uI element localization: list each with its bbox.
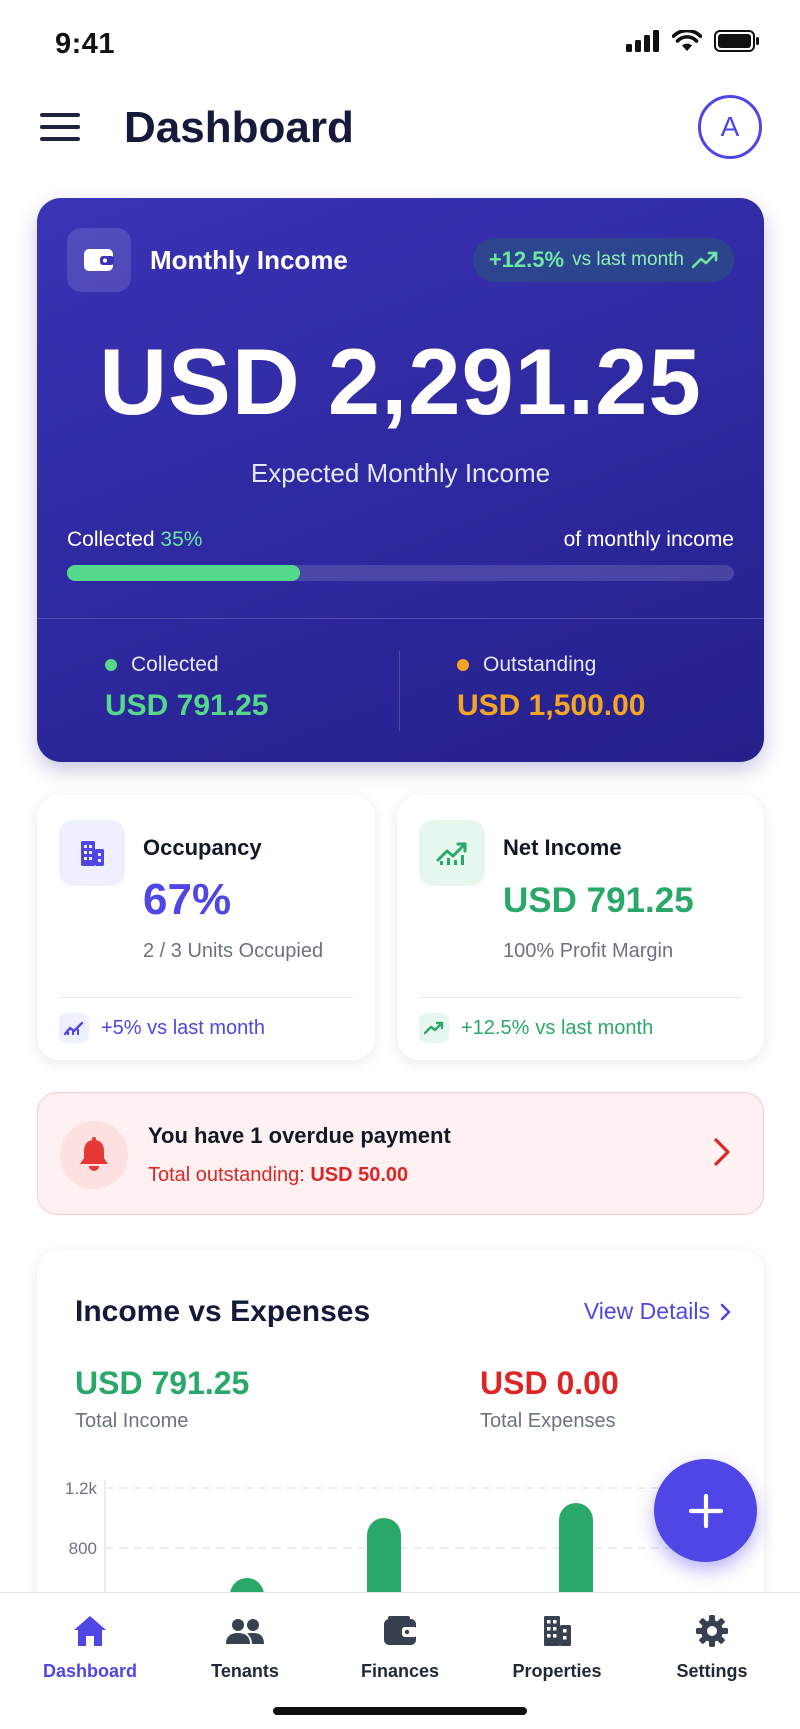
nav-item-settings[interactable]: Settings <box>637 1611 787 1682</box>
bell-icon <box>60 1121 128 1189</box>
net-income-footer-text: vs last month <box>535 1016 654 1039</box>
divider <box>399 651 400 731</box>
income-subtitle: Expected Monthly Income <box>250 458 551 488</box>
nav-item-properties[interactable]: Properties <box>482 1611 632 1682</box>
chevron-right-icon <box>720 1303 731 1320</box>
collected-percent: 35% <box>160 528 203 551</box>
net-income-card[interactable]: Net Income USD 791.25 100% Profit Margin… <box>397 795 764 1060</box>
progress-right-label: of monthly income <box>563 528 734 551</box>
nav-label: Finances <box>360 1661 440 1681</box>
avatar[interactable]: A <box>698 95 762 159</box>
trend-badge: +12.5% vs last month <box>472 238 734 282</box>
view-details-label: View Details <box>583 1298 710 1324</box>
wallet-icon <box>384 1616 417 1645</box>
view-details-link[interactable]: View Details <box>584 1298 732 1325</box>
outstanding-stat-label: Outstanding <box>483 653 597 676</box>
occupancy-footer: +5% vs last month <box>59 1013 265 1043</box>
alert-amount: USD 50.00 <box>310 1164 409 1186</box>
collected-stat: Collected USD 791.25 <box>105 653 268 723</box>
total-expenses-value: USD 0.00 <box>480 1365 619 1401</box>
collected-stat-value: USD 791.25 <box>105 689 269 722</box>
divider <box>37 618 764 619</box>
occupancy-desc: 2 / 3 Units Occupied <box>143 940 324 962</box>
app-header: Dashboard A <box>0 95 800 165</box>
home-indicator <box>273 1707 527 1715</box>
total-income: USD 791.25 Total Income <box>75 1365 249 1433</box>
collection-progress-fill <box>67 565 301 581</box>
overdue-payment-alert[interactable]: You have 1 overdue payment Total outstan… <box>37 1092 764 1215</box>
battery-icon <box>714 30 759 52</box>
gear-icon <box>696 1615 728 1647</box>
occupancy-value: 67% <box>143 875 232 924</box>
net-income-footer: +12.5% vs last month <box>419 1013 653 1043</box>
income-amount: USD 2,291.25 <box>99 329 702 434</box>
nav-item-finances[interactable]: Finances <box>325 1611 475 1682</box>
orange-dot <box>457 659 469 671</box>
menu-icon[interactable] <box>40 113 80 145</box>
trend-text: vs last month <box>572 249 684 270</box>
collected-label: Collected 35% <box>67 528 203 551</box>
status-bar: 9:41 <box>0 0 800 90</box>
nav-item-dashboard[interactable]: Dashboard <box>15 1611 165 1682</box>
home-icon <box>74 1616 106 1646</box>
net-income-value: USD 791.25 <box>503 881 694 920</box>
collected-stat-label: Collected <box>131 653 219 676</box>
status-icons <box>626 30 760 52</box>
app-screen: 9:41 Dashboard A Monthly Income +12.5% v… <box>0 0 800 1729</box>
monthly-income-card[interactable]: Monthly Income +12.5% vs last month USD … <box>37 198 764 762</box>
collection-progress-bar <box>67 565 734 581</box>
divider <box>59 997 353 998</box>
wifi-icon <box>672 30 702 51</box>
occupancy-card[interactable]: Occupancy 67% 2 / 3 Units Occupied +5% v… <box>37 795 375 1060</box>
signal-icon <box>626 30 659 52</box>
alert-sub-prefix: Total outstanding: <box>148 1164 305 1186</box>
y-tick-label: 800 <box>69 1539 97 1558</box>
nav-label: Properties <box>512 1661 602 1681</box>
outstanding-stat: Outstanding USD 1,500.00 <box>457 653 645 723</box>
status-time: 9:41 <box>55 28 116 60</box>
occupancy-footer-text: +5% vs last month <box>101 1016 265 1039</box>
page-title: Dashboard <box>124 103 354 152</box>
trending-up-icon <box>692 251 718 269</box>
nav-label: Settings <box>676 1661 748 1681</box>
y-tick-label: 1.2k <box>65 1479 98 1498</box>
alert-title: You have 1 overdue payment <box>148 1123 451 1148</box>
green-dot <box>105 659 117 671</box>
add-fab-button[interactable] <box>654 1459 757 1562</box>
nav-label: Tenants <box>211 1661 279 1681</box>
net-income-title: Net Income <box>503 835 622 860</box>
net-income-footer-value: +12.5% <box>461 1016 530 1039</box>
building-icon <box>544 1616 571 1646</box>
chevron-right-icon <box>714 1138 730 1166</box>
nav-label: Dashboard <box>42 1661 138 1681</box>
nav-item-tenants[interactable]: Tenants <box>170 1611 320 1682</box>
users-icon <box>226 1619 264 1644</box>
total-income-label: Total Income <box>75 1410 189 1432</box>
plus-icon <box>688 1493 723 1528</box>
divider <box>419 997 742 998</box>
total-expenses: USD 0.00 Total Expenses <box>480 1365 619 1433</box>
chart-up-icon <box>419 820 485 886</box>
outstanding-stat-value: USD 1,500.00 <box>457 689 646 722</box>
monthly-income-label: Monthly Income <box>150 245 348 275</box>
trending-up-icon <box>419 1013 449 1043</box>
total-income-value: USD 791.25 <box>75 1365 250 1401</box>
trend-chart-icon <box>59 1013 89 1043</box>
net-income-desc: 100% Profit Margin <box>503 940 674 962</box>
total-expenses-label: Total Expenses <box>480 1410 616 1432</box>
section-title: Income vs Expenses <box>75 1295 371 1328</box>
wallet-icon <box>67 228 131 292</box>
trend-value: +12.5% <box>488 247 565 272</box>
alert-subtitle: Total outstanding: USD 50.00 <box>148 1164 408 1187</box>
building-icon <box>59 820 125 886</box>
occupancy-title: Occupancy <box>143 835 262 860</box>
